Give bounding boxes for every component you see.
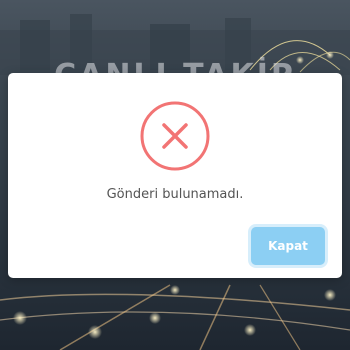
error-dialog: Gönderi bulunamadı. Kapat	[8, 73, 342, 278]
app-screen: CANLI TAKİP Gönderi bulunamadı. Kapat	[0, 0, 350, 350]
close-button[interactable]: Kapat	[251, 227, 325, 265]
dialog-message: Gönderi bulunamadı.	[106, 187, 244, 202]
error-x-icon	[140, 101, 210, 171]
